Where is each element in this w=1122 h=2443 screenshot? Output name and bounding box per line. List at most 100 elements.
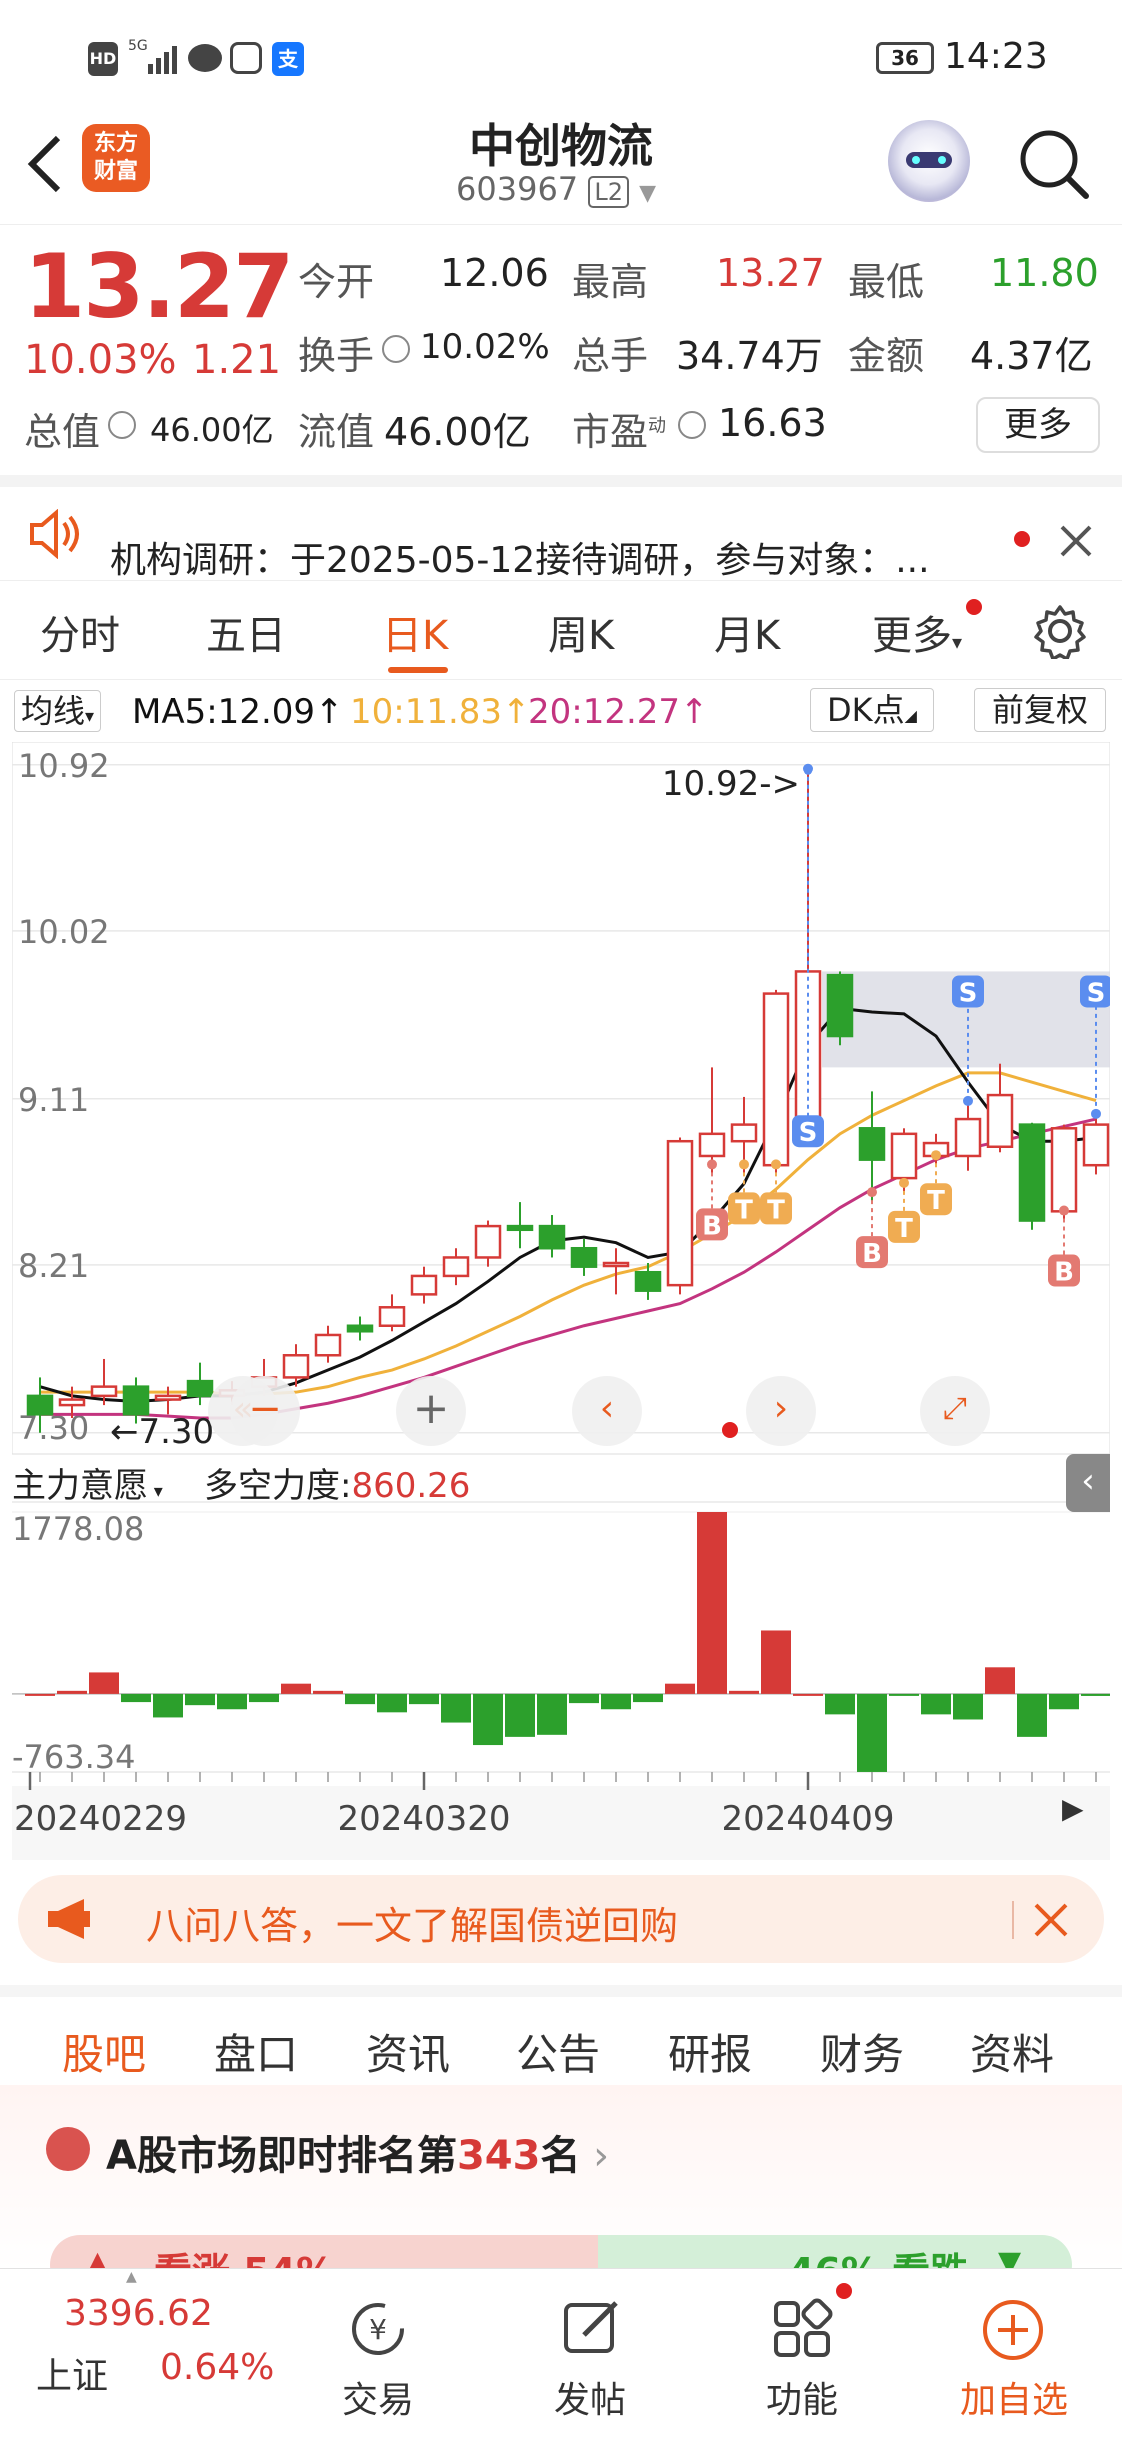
candle-body <box>954 1117 982 1158</box>
tab-intraday[interactable]: 分时 <box>40 603 120 661</box>
candle-body <box>826 973 854 1038</box>
candle-body <box>58 1398 86 1407</box>
tab-orderbook[interactable]: 盘口 <box>214 2021 298 2082</box>
candle-body <box>378 1306 406 1327</box>
tab-profile[interactable]: 资料 <box>970 2021 1054 2082</box>
ma-selector[interactable]: 均线▾ <box>14 690 102 732</box>
force-bar <box>121 1693 151 1703</box>
function-button[interactable]: 功能 <box>712 2269 892 2443</box>
low-label: 最低 <box>848 260 925 304</box>
force-bar <box>793 1693 823 1696</box>
hand-icon <box>230 42 262 74</box>
rank-text: A股市场即时排名第343名 › <box>106 2133 610 2179</box>
function-dot <box>836 2283 852 2299</box>
tab-finance[interactable]: 财务 <box>820 2021 904 2082</box>
high-value: 13.27 <box>716 251 825 295</box>
amount-label: 金额 <box>848 334 925 378</box>
force-bar <box>473 1693 503 1746</box>
trade-button[interactable]: ¥ 交易 <box>288 2269 468 2443</box>
grid-icon <box>774 2298 833 2357</box>
message-icon <box>188 44 222 72</box>
market-rank-card[interactable]: A股市场即时排名第343名 › ▲ 看涨 54% 46% 看跌 ▼ <box>0 2085 1122 2295</box>
gear-icon[interactable] <box>1032 603 1088 659</box>
info-icon[interactable] <box>678 411 706 439</box>
add-watchlist-label: 加自选 <box>959 2380 1068 2421</box>
close-icon[interactable] <box>1032 1901 1070 1939</box>
promo-banner[interactable]: 八问八答，一文了解国债逆回购 <box>18 1875 1104 1963</box>
index-name: 上证 <box>36 2356 109 2397</box>
index-pct: 0.64% <box>160 2347 275 2388</box>
dk-point-button[interactable]: DK点◢ <box>810 688 934 732</box>
fullscreen-icon[interactable]: ⤢ <box>920 1376 990 1446</box>
indicator-selector[interactable]: 主力意愿 ▾ <box>12 1458 163 1507</box>
tab-news[interactable]: 资讯 <box>366 2021 450 2082</box>
post-button[interactable]: 发帖 <box>500 2269 680 2443</box>
content-tabs: 股吧 盘口 资讯 公告 研报 财务 资料 <box>0 1985 1122 2091</box>
turnover-label: 换手 <box>298 334 375 378</box>
banner-text: 八问八答，一文了解国债逆回购 <box>146 1904 679 1948</box>
play-right-icon[interactable]: ▶ <box>1062 1792 1084 1825</box>
tab-weekly-k[interactable]: 周K <box>548 603 614 661</box>
speaker-icon <box>30 509 79 559</box>
force-bar <box>729 1690 759 1694</box>
amount-value: 4.37亿 <box>970 334 1093 378</box>
signal-dot <box>867 1187 877 1198</box>
close-icon[interactable] <box>1058 523 1094 559</box>
force-bar <box>633 1693 663 1703</box>
alipay-icon: 支 <box>272 42 304 76</box>
stock-code: 603967 <box>456 170 579 208</box>
signal-letter: S <box>799 1118 818 1148</box>
stock-code-row[interactable]: 603967 L2 ▼ <box>456 170 656 208</box>
tab-more[interactable]: 更多▾ <box>872 603 962 661</box>
yuan-exchange-icon: ¥ <box>352 2303 404 2355</box>
force-bar <box>1081 1693 1110 1696</box>
info-icon[interactable] <box>382 335 410 363</box>
signal-letter: T <box>927 1186 945 1216</box>
force-bar <box>377 1693 407 1713</box>
active-tab-indicator <box>388 667 448 673</box>
search-icon[interactable] <box>1016 126 1092 202</box>
candle-body <box>506 1224 534 1232</box>
signal-letter: B <box>1054 1258 1074 1288</box>
zoom-out-icon[interactable]: − <box>230 1376 300 1446</box>
notice-bar[interactable]: 机构调研：于2025-05-12接待调研，参与对象：... <box>0 475 1122 581</box>
tab-announcements[interactable]: 公告 <box>516 2021 600 2082</box>
tab-forum[interactable]: 股吧 <box>62 2021 146 2082</box>
tab-five-day[interactable]: 五日 <box>206 603 286 661</box>
candle-body <box>602 1261 630 1268</box>
tab-monthly-k[interactable]: 月K <box>714 603 780 661</box>
scroll-left-icon[interactable]: ‹ <box>572 1376 642 1446</box>
robot-avatar-icon[interactable] <box>888 120 970 202</box>
candle-body <box>26 1394 54 1416</box>
tab-research[interactable]: 研报 <box>668 2021 752 2082</box>
force-bar <box>345 1693 375 1705</box>
zoom-in-icon[interactable]: + <box>396 1376 466 1446</box>
function-label: 功能 <box>765 2380 838 2421</box>
market-cap-label: 总值 <box>24 410 101 454</box>
info-icon[interactable] <box>108 411 136 439</box>
more-button[interactable]: 更多 <box>976 397 1100 453</box>
scroll-right-icon[interactable]: › <box>746 1376 816 1446</box>
candle-body <box>122 1385 150 1416</box>
float-cap-label: 流值 <box>298 410 375 454</box>
collapse-panel-button[interactable]: ‹ <box>1066 1454 1110 1512</box>
pe-label: 市盈动 <box>572 410 667 454</box>
signal-letter: B <box>702 1211 722 1241</box>
tab-daily-k[interactable]: 日K <box>382 603 448 661</box>
kline-chart[interactable]: 10.9210.029.118.217.3010.92->←7.30SS SBBB… <box>12 742 1110 1860</box>
kline-chart-area[interactable]: 10.92 10.02 9.11 8.21 7.30 10.92-> ←7.30 S S S B B B… <box>12 742 1110 1860</box>
signal-letter: T <box>735 1195 753 1225</box>
market-cap-value: 46.00亿 <box>150 411 274 449</box>
x-tick-label: 20240409 <box>721 1799 894 1839</box>
notice-dot <box>1014 531 1030 547</box>
price-change-pct: 10.03% <box>24 337 177 383</box>
candle-body <box>538 1224 566 1250</box>
candle-body <box>634 1270 662 1292</box>
adjust-button[interactable]: 前复权 <box>974 688 1106 732</box>
add-watchlist-button[interactable]: 加自选 <box>924 2269 1104 2443</box>
signal-dot <box>899 1177 909 1188</box>
notice-text: 机构调研：于2025-05-12接待调研，参与对象：... <box>110 540 930 581</box>
index-value[interactable]: 3396.62 <box>64 2293 213 2334</box>
force-bar <box>697 1512 727 1694</box>
signal-letter: S <box>1087 978 1106 1008</box>
